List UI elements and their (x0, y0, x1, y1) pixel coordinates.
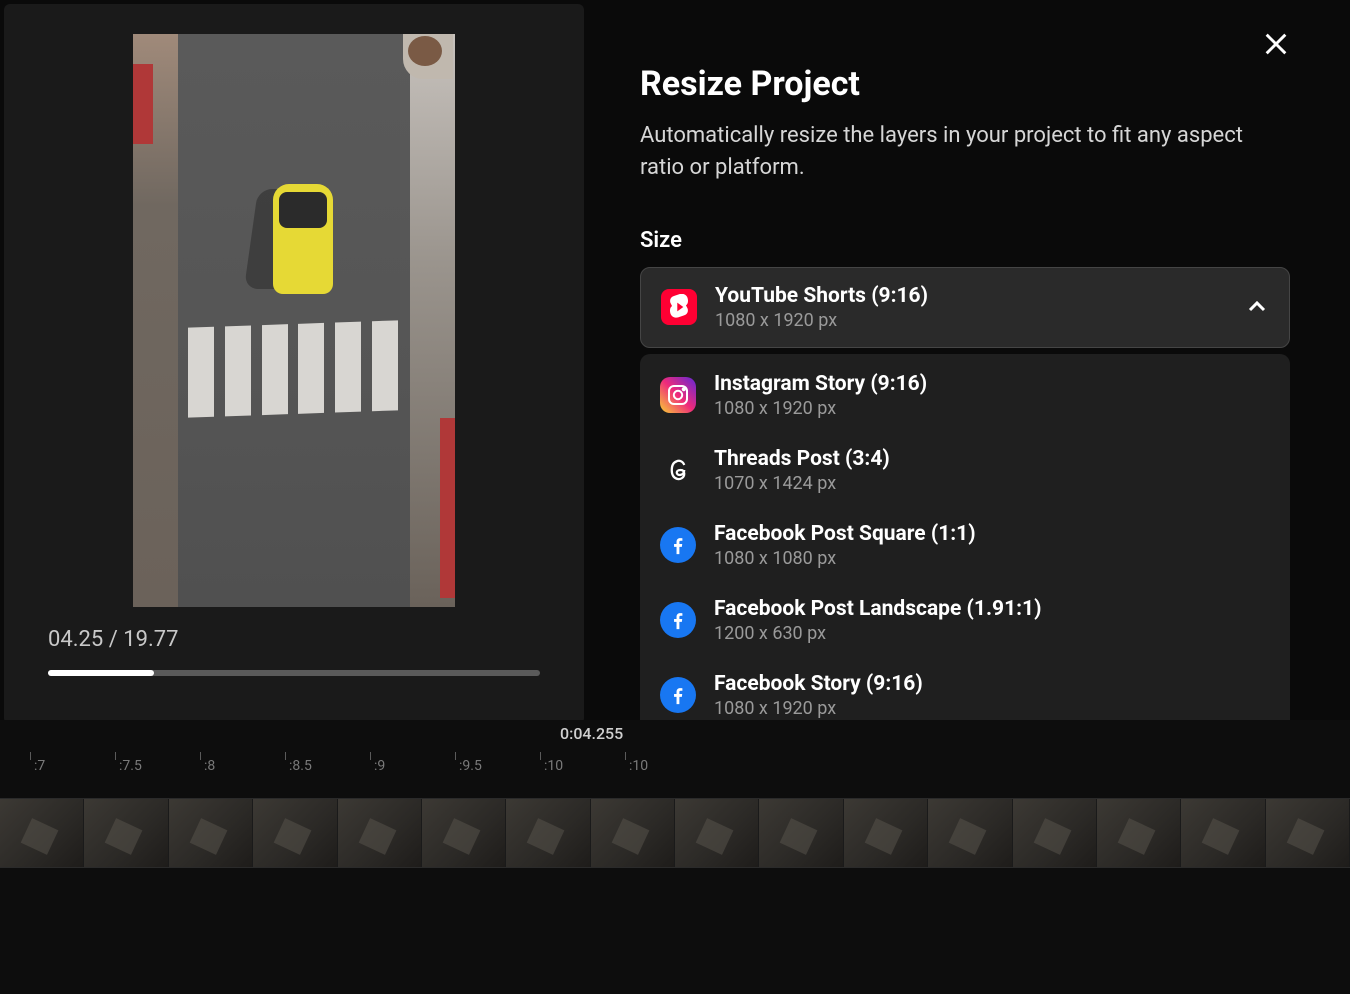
video-preview-pane: 04.25 / 19.77 (4, 4, 584, 724)
option-title: Facebook Post Landscape (1.91:1) (714, 597, 1270, 621)
timeline-thumbnail (506, 799, 590, 867)
timeline-thumbnail (338, 799, 422, 867)
timeline: 0:04.255 :7 :7.5 :8 :8.5 :9 :9.5 :10 :10 (0, 720, 1350, 994)
option-dimensions: 1070 x 1424 px (714, 473, 1270, 494)
close-button[interactable] (1262, 30, 1290, 58)
video-preview (133, 34, 455, 607)
progress-bar[interactable] (48, 670, 540, 676)
instagram-icon (660, 377, 696, 413)
timeline-thumbnail (1181, 799, 1265, 867)
option-dimensions: 1200 x 630 px (714, 623, 1270, 644)
timeline-thumbnail (0, 799, 84, 867)
chevron-up-icon (1245, 295, 1269, 319)
timeline-thumbnail (84, 799, 168, 867)
panel-description: Automatically resize the layers in your … (640, 120, 1260, 184)
option-title: Facebook Post Square (1:1) (714, 522, 1270, 546)
selected-option-dimensions: 1080 x 1920 px (715, 310, 1227, 331)
selected-option-title: YouTube Shorts (9:16) (715, 284, 1227, 308)
option-title: Threads Post (3:4) (714, 447, 1270, 471)
timeline-thumbnail (759, 799, 843, 867)
threads-icon (660, 452, 696, 488)
size-option-threads[interactable]: Threads Post (3:4) 1070 x 1424 px (642, 433, 1288, 508)
option-dimensions: 1080 x 1080 px (714, 548, 1270, 569)
timeline-thumbnail (1013, 799, 1097, 867)
timeline-thumbnail (1266, 799, 1350, 867)
size-option-facebook-square[interactable]: Facebook Post Square (1:1) 1080 x 1080 p… (642, 508, 1288, 583)
thumbnail-strip[interactable] (0, 798, 1350, 868)
size-option-instagram-story[interactable]: Instagram Story (9:16) 1080 x 1920 px (642, 358, 1288, 433)
playback-time: 04.25 / 19.77 (48, 627, 540, 652)
progress-fill (48, 670, 154, 676)
size-select-trigger[interactable]: YouTube Shorts (9:16) 1080 x 1920 px (640, 267, 1290, 348)
panel-title: Resize Project (640, 64, 1290, 104)
option-dimensions: 1080 x 1920 px (714, 698, 1270, 719)
size-label: Size (640, 228, 1290, 253)
timeline-thumbnail (928, 799, 1012, 867)
youtube-shorts-icon (661, 289, 697, 325)
timeline-thumbnail (253, 799, 337, 867)
facebook-icon (660, 602, 696, 638)
facebook-icon (660, 527, 696, 563)
size-option-facebook-landscape[interactable]: Facebook Post Landscape (1.91:1) 1200 x … (642, 583, 1288, 658)
timeline-ruler[interactable]: :7 :7.5 :8 :8.5 :9 :9.5 :10 :10 (0, 756, 1350, 786)
timeline-thumbnail (675, 799, 759, 867)
facebook-icon (660, 677, 696, 713)
current-time: 04.25 (48, 627, 103, 652)
option-title: Instagram Story (9:16) (714, 372, 1270, 396)
timeline-thumbnail (169, 799, 253, 867)
playhead-timestamp: 0:04.255 (560, 724, 623, 743)
timeline-thumbnail (844, 799, 928, 867)
option-title: Facebook Story (9:16) (714, 672, 1270, 696)
close-icon (1262, 30, 1290, 58)
timeline-thumbnail (422, 799, 506, 867)
timeline-thumbnail (591, 799, 675, 867)
timeline-thumbnail (1097, 799, 1181, 867)
total-time: 19.77 (123, 627, 178, 652)
option-dimensions: 1080 x 1920 px (714, 398, 1270, 419)
